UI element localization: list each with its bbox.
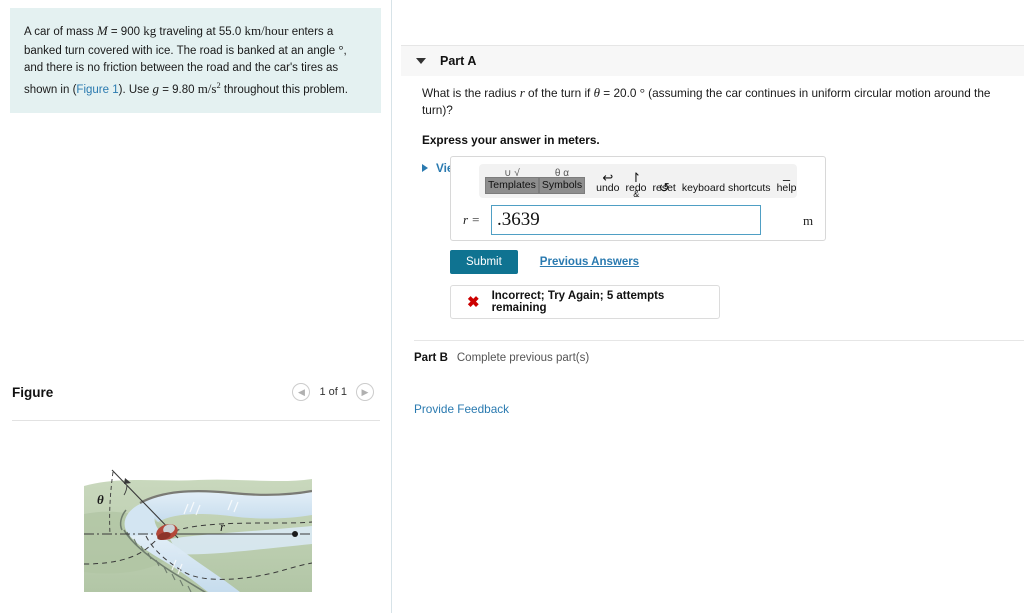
chevron-left-icon[interactable]: ◀ (292, 383, 311, 401)
problem-text-segment: ). Use (118, 83, 153, 96)
templates-button-wrap: ∪ √ Templates (485, 168, 539, 194)
help-label: help (776, 182, 797, 194)
variable-g: g (152, 80, 159, 96)
redo-arrow-icon[interactable]: ↾ & redo (622, 170, 649, 198)
caret-right-icon[interactable] (422, 164, 428, 172)
caret-down-icon[interactable] (416, 58, 426, 64)
problem-text-segment: = 9.80 (162, 83, 198, 96)
x-mark-icon: ✖ (467, 294, 480, 311)
unit-km-per-hour: km/hour (244, 23, 289, 38)
chevron-right-icon[interactable]: ▶ (356, 383, 374, 401)
figure-page-label: 1 of 1 (319, 386, 347, 398)
part-b-note: Complete previous part(s) (456, 352, 590, 364)
problem-text-segment: A car of mass (24, 26, 97, 38)
question-text: What is the radius r of the turn if θ = … (422, 84, 1022, 119)
part-b-row[interactable]: Part B Complete previous part(s) (414, 352, 589, 364)
figure-title: Figure (12, 384, 54, 400)
problem-text-segment: = 900 (107, 26, 144, 38)
left-panel: A car of mass M = 900 kg traveling at 55… (0, 0, 392, 613)
question-segment: of the turn if (524, 86, 594, 100)
submit-button[interactable]: Submit (450, 250, 518, 274)
keyboard-shortcuts-label: keyboard shortcuts (681, 182, 771, 194)
problem-text-segment: throughout this problem. (220, 83, 348, 96)
answer-row: r = (463, 205, 818, 235)
unit-meters-per-second: m/s (197, 80, 217, 96)
turn-center-point (292, 531, 298, 537)
banked-turn-diagram: θ r (84, 469, 312, 592)
undo-arrow-icon[interactable]: ↩ undo (593, 170, 622, 194)
previous-answers-link[interactable]: Previous Answers (540, 256, 639, 268)
part-a-title: Part A (440, 54, 477, 68)
question-segment: = 20.0 (600, 86, 640, 100)
figure-header: Figure ◀ 1 of 1 ▶ (0, 383, 392, 401)
figure-1-link[interactable]: Figure 1 (76, 84, 118, 96)
diagram-body: θ r (84, 469, 312, 592)
express-answer-instruction: Express your answer in meters. (422, 133, 600, 147)
feedback-message: Incorrect; Try Again; 5 attempts remaini… (491, 290, 665, 314)
answer-input[interactable] (491, 205, 761, 235)
question-segment: What is the radius (422, 86, 520, 100)
math-templates-icon[interactable]: ∪ √ Templates (485, 168, 539, 194)
keyboard-icon[interactable]: keyboard shortcuts (679, 182, 774, 194)
minus-icon[interactable]: – help (774, 172, 797, 194)
answer-unit-label: m (803, 213, 814, 228)
part-b-title: Part B (414, 352, 448, 364)
part-a-header[interactable]: Part A (401, 45, 1024, 76)
figure-illustration: θ r (80, 452, 316, 600)
symbols-label: Symbols (541, 179, 583, 191)
answer-prefix-label: r = (463, 212, 481, 227)
figure-pager: ◀ 1 of 1 ▶ (292, 383, 374, 401)
answer-widget: ∪ √ Templates θ α Symbols ↩ undo ↾ & red… (450, 156, 826, 241)
reset-label: reset (652, 182, 676, 194)
provide-feedback-link[interactable]: Provide Feedback (414, 402, 509, 416)
symbols-button-wrap: θ α Symbols (538, 168, 586, 194)
templates-label: Templates (488, 179, 536, 191)
submit-row: Submit Previous Answers (450, 250, 639, 274)
unit-kilogram: kg (143, 23, 157, 38)
redo-label: redo (625, 182, 647, 194)
feedback-box: ✖ Incorrect; Try Again; 5 attempts remai… (450, 285, 720, 319)
undo-label: undo (596, 182, 620, 194)
problem-page: A car of mass M = 900 kg traveling at 55… (0, 0, 1024, 613)
problem-text-segment: turn covered with ice. The road is banke… (64, 45, 339, 57)
problem-statement-box: A car of mass M = 900 kg traveling at 55… (10, 8, 381, 113)
part-b-divider (414, 340, 1024, 341)
problem-statement-text: A car of mass M = 900 kg traveling at 55… (24, 22, 363, 99)
problem-text-segment: traveling at 55.0 (156, 26, 245, 38)
reset-circular-arrow-icon[interactable]: ↺ reset (650, 180, 679, 195)
math-symbols-icon[interactable]: θ α Symbols (538, 168, 586, 194)
figure-divider (12, 420, 380, 421)
angle-label: θ (97, 492, 104, 507)
math-toolbar: ∪ √ Templates θ α Symbols ↩ undo ↾ & red… (479, 164, 797, 198)
variable-M: M (96, 23, 108, 38)
